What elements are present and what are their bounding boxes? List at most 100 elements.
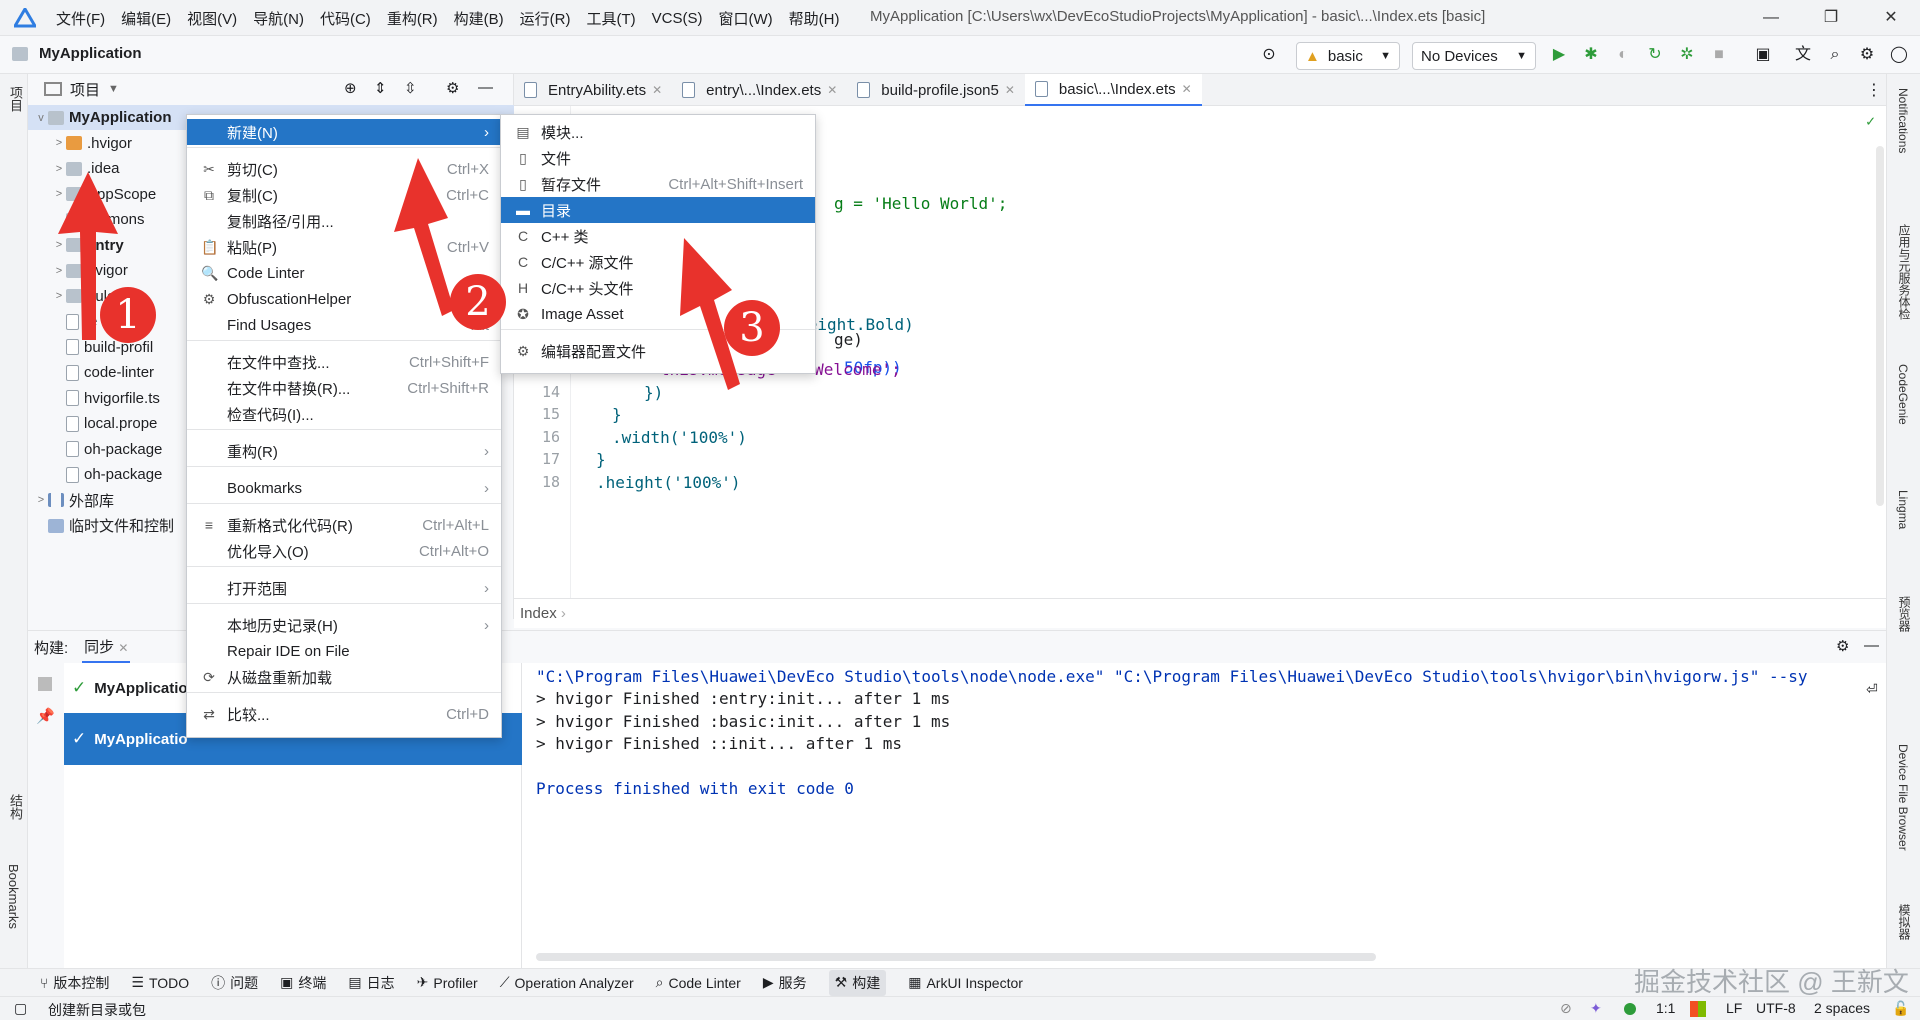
menu-item[interactable]: Bookmarks › [187,475,501,501]
menu-item[interactable]: 运行(R) [520,8,571,29]
editor-tab[interactable]: entry\...\Index.ets ✕ [672,74,847,106]
module-combo[interactable]: ▲ basic ▼ [1296,42,1400,70]
breadcrumb[interactable]: Index › [514,598,1886,628]
no-mouse-icon[interactable]: ⊘ [1560,1000,1572,1017]
menu-item[interactable]: ⧉ 复制(C) Ctrl+C [187,182,501,208]
menu-item[interactable]: 窗口(W) [718,8,772,29]
status-dot-icon[interactable] [1624,1003,1636,1015]
right-tool-button[interactable]: Device File Browser [1896,744,1910,851]
bottom-tool-terminal[interactable]: ▣ 终端 [280,973,326,993]
attach-icon[interactable]: ◐ [1612,44,1634,66]
right-tool-button[interactable]: Lingma [1896,490,1910,529]
project-tool-button[interactable]: 项目 [6,86,25,112]
maximize-button[interactable]: ❐ [1814,4,1848,32]
menu-item[interactable]: 视图(V) [187,8,237,29]
bottom-tool-vcs[interactable]: ⑂ 版本控制 [40,973,109,993]
menu-item[interactable]: 在文件中查找... Ctrl+Shift+F [187,349,501,375]
right-tool-button[interactable]: CodeGenie [1896,364,1910,425]
menu-item[interactable]: 工具(T) [586,8,635,29]
bookmarks-tool-button[interactable]: Bookmarks [6,864,21,929]
bottom-tool-services[interactable]: ▶ 服务 [763,973,807,993]
chevron-right-icon[interactable]: > [52,290,66,302]
indent-setting[interactable]: 2 spaces [1814,1000,1870,1016]
stop-icon[interactable] [38,677,52,691]
menu-item[interactable]: ▯ 文件 [501,145,815,171]
menu-item[interactable]: ✂ 剪切(C) Ctrl+X [187,156,501,182]
menu-item[interactable]: C C/C++ 源文件 [501,249,815,275]
menu-item[interactable]: 重构(R) [387,8,438,29]
project-selector[interactable]: MyApplication [12,45,142,62]
menu-item[interactable]: 文件(F) [56,8,105,29]
close-icon[interactable]: ✕ [652,83,662,97]
chevron-right-icon[interactable]: > [34,494,48,506]
hide-panel-icon[interactable]: — [1864,637,1879,654]
stop-icon[interactable]: ■ [1708,44,1730,66]
bottom-tool-linter[interactable]: ⌕ Code Linter [656,974,741,991]
minimize-button[interactable]: — [1754,4,1788,32]
close-icon[interactable]: ✕ [1182,82,1192,96]
chevron-right-icon[interactable]: > [52,239,66,251]
menu-item[interactable]: 检查代码(I)... [187,401,501,427]
bottom-tool-todo[interactable]: ☰ TODO [131,974,189,991]
right-tool-button[interactable]: Notifications [1896,88,1910,153]
editor-tab[interactable]: build-profile.json5 ✕ [847,74,1025,106]
editor-tab[interactable]: basic\...\Index.ets ✕ [1024,74,1202,106]
bottom-tool-inspector[interactable]: ▦ ArkUI Inspector [908,974,1023,991]
more-tabs-icon[interactable]: ⋮ [1866,80,1882,100]
expand-all-icon[interactable]: ⇕ [374,79,387,97]
account-icon[interactable]: ◯ [1888,44,1910,66]
sync-icon[interactable]: ↻ [1644,44,1666,66]
menu-item[interactable]: 📋 粘贴(P) Ctrl+V [187,234,501,260]
settings-gear-icon[interactable]: ⚙ [1856,44,1878,66]
lock-icon[interactable]: 🔓 [1892,1000,1909,1017]
device-manager-icon[interactable]: ▣ [1752,44,1774,66]
menu-item[interactable]: 打开范围 › [187,575,501,601]
bottom-tool-build[interactable]: ⚒ 构建 [828,969,887,996]
menu-item[interactable]: ⇄ 比较... Ctrl+D [187,701,501,727]
debug-icon[interactable]: ✱ [1580,44,1602,66]
file-encoding[interactable]: UTF-8 [1756,1000,1796,1016]
chevron-right-icon[interactable]: > [52,137,66,149]
menu-item[interactable]: 代码(C) [320,8,371,29]
menu-item[interactable]: 重构(R) › [187,438,501,464]
right-tool-button[interactable]: 应用与元服务体检 [1896,224,1913,320]
device-combo[interactable]: No Devices ▼ [1412,42,1536,70]
hide-panel-icon[interactable]: — [478,79,493,96]
ai-icon[interactable]: ✦ [1590,1000,1602,1017]
editor-scrollbar[interactable] [1876,146,1884,506]
console-scrollbar[interactable] [536,953,1376,961]
translate-icon[interactable]: 文 [1792,44,1814,66]
menu-item[interactable]: 在文件中替换(R)... Ctrl+Shift+R [187,375,501,401]
menu-item[interactable]: ▯ 暂存文件 Ctrl+Alt+Shift+Insert [501,171,815,197]
breadcrumb-item[interactable]: Index [520,605,557,622]
close-window-button[interactable]: ✕ [1874,4,1908,32]
close-icon[interactable]: ✕ [827,83,837,97]
locate-icon[interactable]: ⊕ [344,79,357,97]
menu-item[interactable]: 🔍 Code Linter [187,260,501,286]
bottom-tool-analyzer[interactable]: ⟋ Operation Analyzer [500,974,634,991]
menu-item[interactable]: 编辑(E) [121,8,171,29]
editor-tab[interactable]: EntryAbility.ets ✕ [514,74,672,106]
chevron-right-icon[interactable]: > [52,163,66,175]
caret-position[interactable]: 1:1 [1656,1000,1675,1016]
right-tool-button[interactable]: 模拟器 [1896,904,1913,940]
panel-toggle-icon[interactable]: ▢ [14,1000,27,1017]
menu-item[interactable]: H C/C++ 头文件 [501,275,815,301]
right-tool-button[interactable]: 预览器 [1896,596,1913,632]
settings-gear-icon[interactable]: ⚙ [1836,637,1849,655]
target-icon[interactable]: ⊙ [1258,44,1280,66]
menu-item[interactable]: 构建(B) [454,8,504,29]
soft-wrap-icon[interactable]: ⏎ [1866,681,1878,698]
build-console[interactable]: "C:\Program Files\Huawei\DevEco Studio\t… [536,667,1876,957]
menu-item[interactable]: 本地历史记录(H) › [187,612,501,638]
menu-item[interactable]: 导航(N) [253,8,304,29]
run-icon[interactable]: ▶ [1548,44,1570,66]
chevron-right-icon[interactable]: > [52,188,66,200]
structure-tool-button[interactable]: 结构 [6,794,25,820]
tab-sync[interactable]: 同步 ✕ [82,632,131,663]
collapse-all-icon[interactable]: ⇳ [404,79,417,97]
menu-item[interactable]: 新建(N) › [187,119,501,145]
line-separator[interactable]: LF [1726,1000,1742,1016]
menu-item[interactable]: ▤ 模块... [501,119,815,145]
bottom-tool-profiler[interactable]: ✈ Profiler [417,974,478,991]
